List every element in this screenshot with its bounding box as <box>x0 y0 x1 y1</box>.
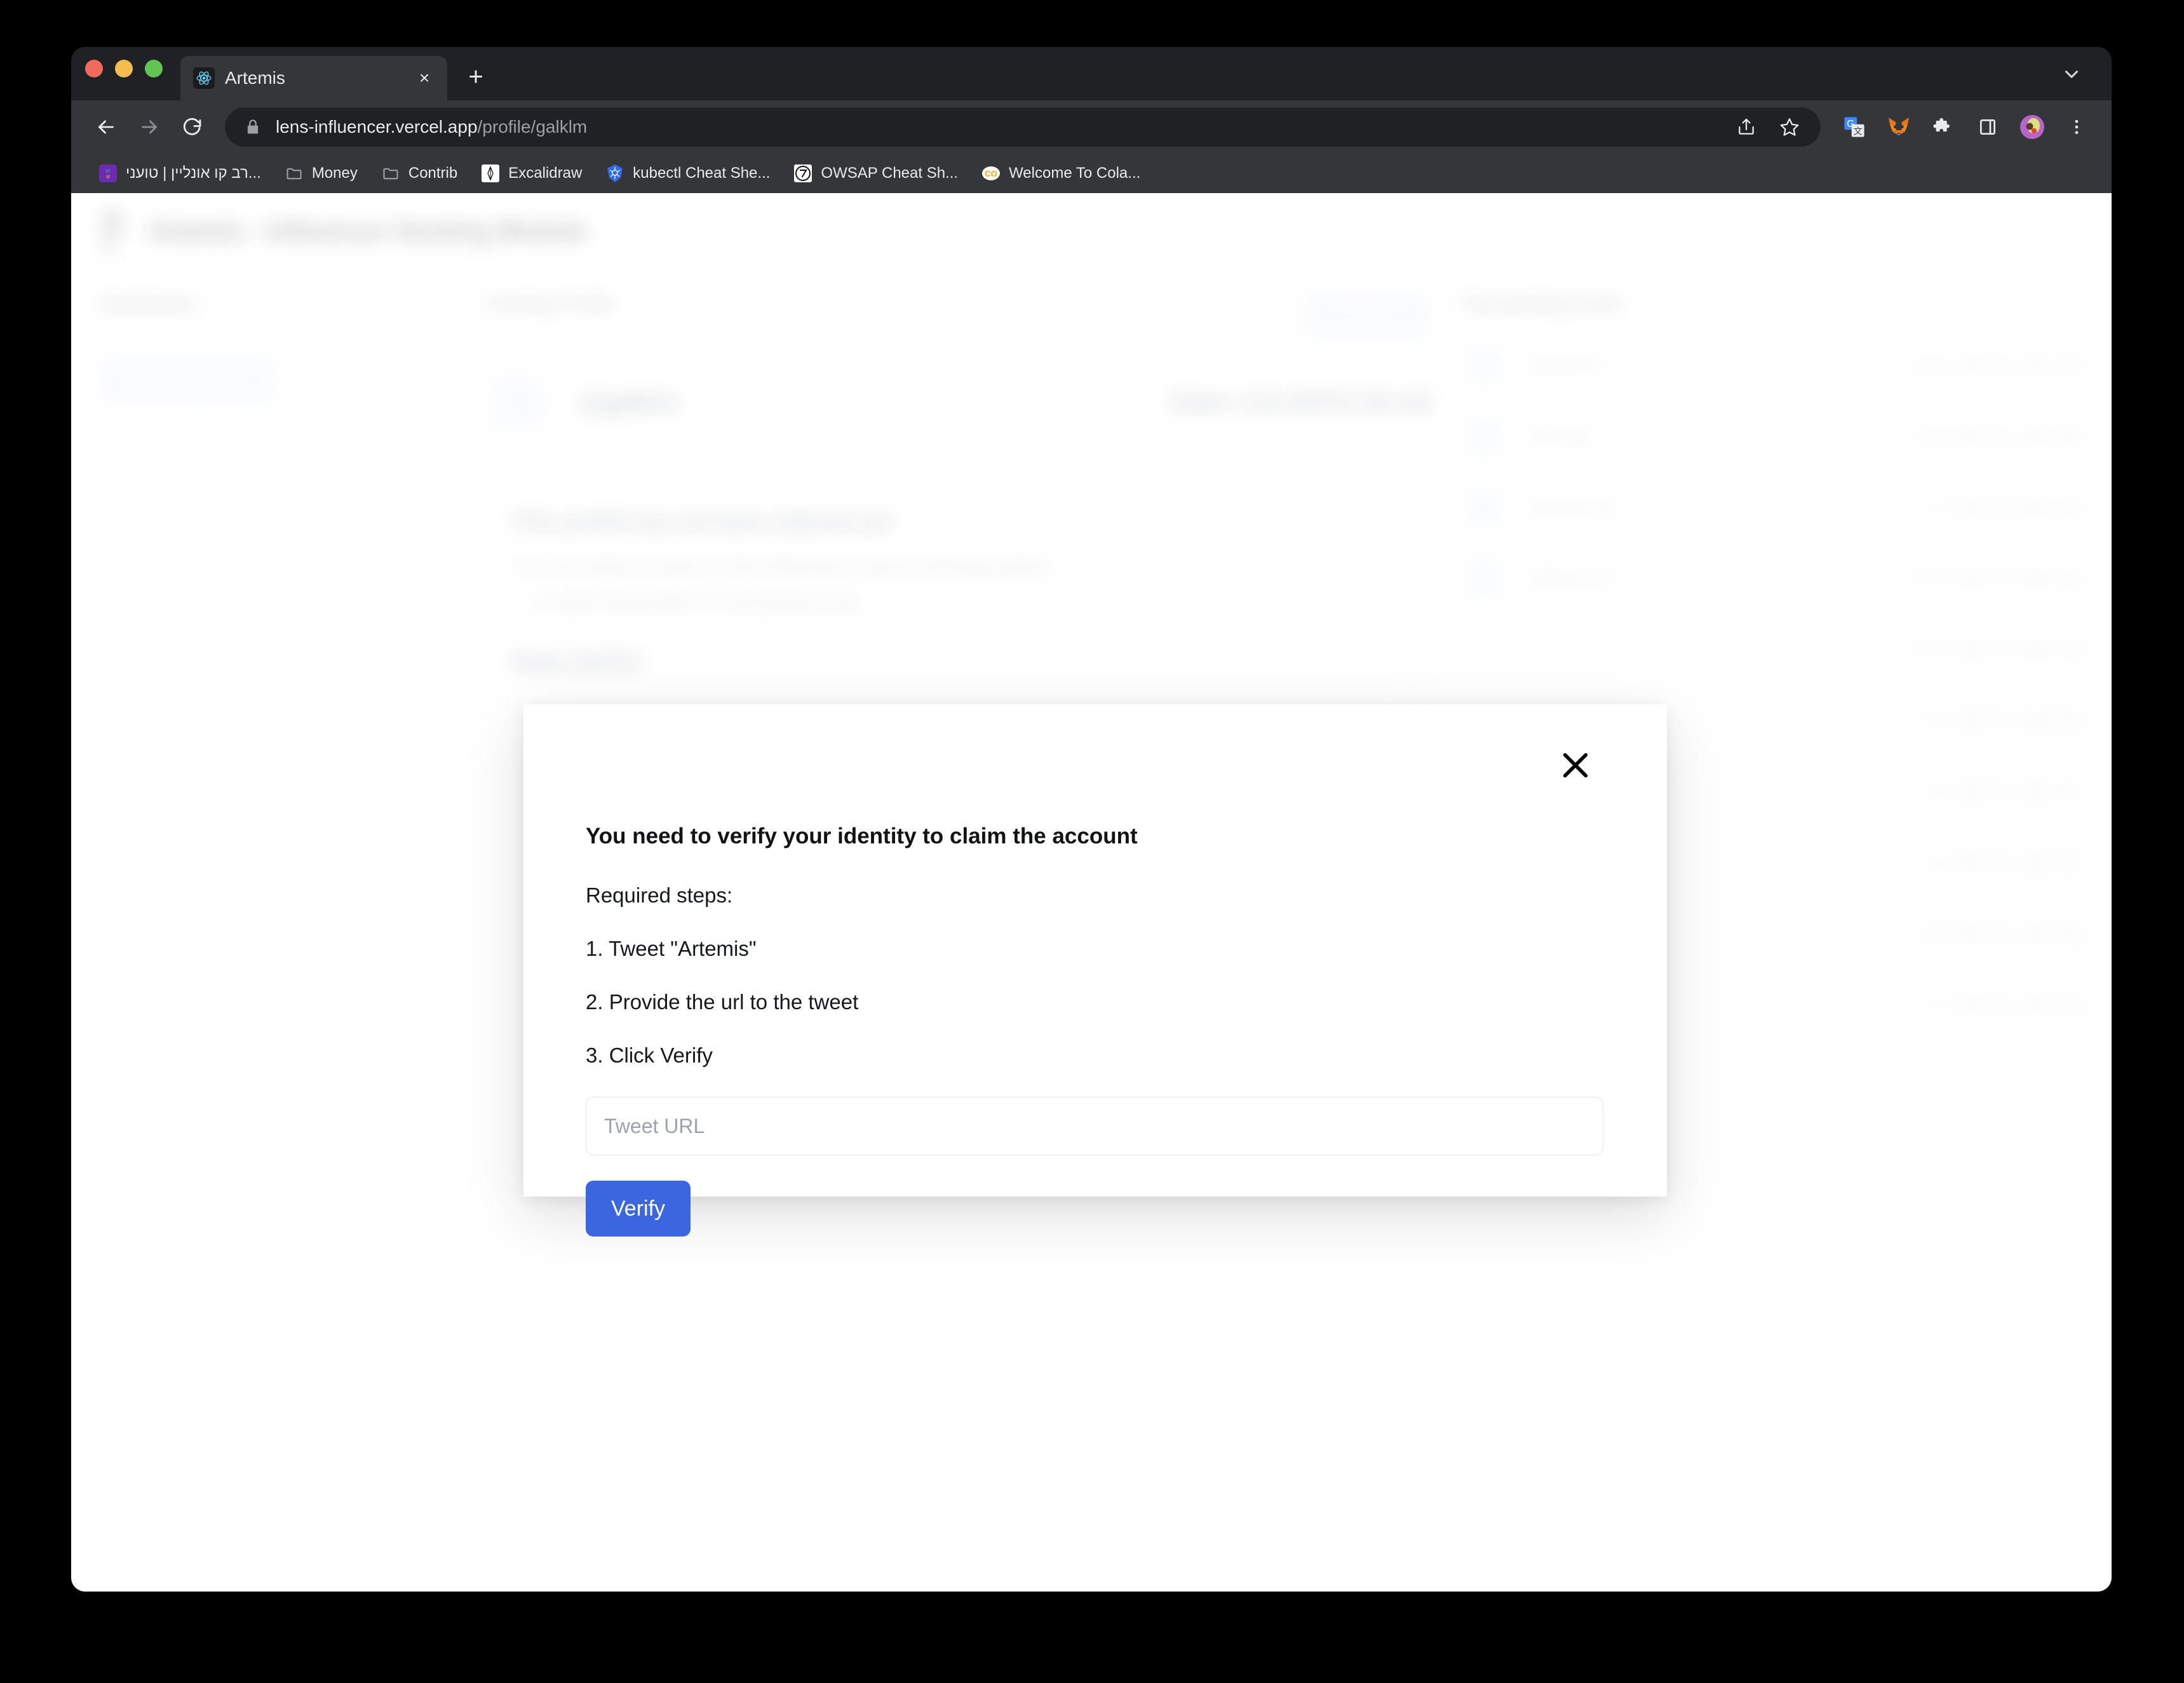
bookmarks-bar: רב קו רב קו אונליין | טועני... Money Cont… <box>71 154 2112 193</box>
window-traffic-lights <box>85 47 163 100</box>
owasp-icon <box>793 163 813 184</box>
url-host: lens-influencer.vercel.app <box>276 117 478 137</box>
modal-steps-list: Required steps: 1. Tweet "Artemis" 2. Pr… <box>586 883 1605 1068</box>
tab-title: Artemis <box>225 68 285 88</box>
excalidraw-icon <box>480 163 501 184</box>
page-viewport: Artemis - Influencer Hunting Module Dash… <box>71 193 2112 1592</box>
reload-icon[interactable] <box>173 107 212 147</box>
tweet-url-input[interactable] <box>586 1097 1603 1155</box>
side-panel-icon[interactable] <box>1969 109 2006 145</box>
bookmark-label: רב קו אונליין | טועני... <box>126 164 261 182</box>
bookmark-label: Money <box>311 164 358 182</box>
verify-identity-modal: You need to verify your identity to clai… <box>523 704 1667 1237</box>
omnibox-actions <box>1728 109 1813 145</box>
modal-step-3: 3. Click Verify <box>586 1043 713 1067</box>
close-icon[interactable] <box>1551 741 1600 789</box>
lock-icon <box>244 118 262 136</box>
profile-avatar-icon[interactable] <box>2014 109 2051 145</box>
chevron-down-icon[interactable] <box>2056 58 2087 90</box>
modal-step-2: 2. Provide the url to the tweet <box>586 990 859 1014</box>
bookmark-label: OWSAP Cheat Sh... <box>821 164 959 182</box>
extension-icons: G 文 <box>1836 109 2095 145</box>
browser-window: Artemis × + lens-influencer.vercel.app/p… <box>71 47 2112 1592</box>
tab-strip: Artemis × + <box>71 47 2112 100</box>
bookmark-welcome-to-colab[interactable]: CO Welcome To Cola... <box>973 159 1148 187</box>
close-icon[interactable]: × <box>413 67 436 90</box>
svg-text:CO: CO <box>985 169 997 178</box>
verify-button[interactable]: Verify <box>586 1181 691 1237</box>
bookmark-money[interactable]: Money <box>276 159 365 187</box>
browser-toolbar: lens-influencer.vercel.app/profile/galkl… <box>71 100 2112 154</box>
modal-title: You need to verify your identity to clai… <box>586 824 1138 848</box>
ravkav-icon: רב קו <box>98 163 118 184</box>
folder-icon <box>381 163 401 184</box>
google-translate-icon[interactable]: G 文 <box>1836 109 1873 145</box>
address-bar-url: lens-influencer.vercel.app/profile/galkl… <box>276 117 587 137</box>
bookmark-label: Contrib <box>408 164 458 182</box>
react-logo-icon <box>193 67 215 89</box>
share-icon[interactable] <box>1728 109 1765 145</box>
bookmark-label: kubectl Cheat She... <box>633 164 771 182</box>
bookmark-excalidraw[interactable]: Excalidraw <box>473 159 590 187</box>
bookmark-contrib[interactable]: Contrib <box>373 159 465 187</box>
forward-arrow-icon[interactable] <box>130 107 169 147</box>
browser-tab-artemis[interactable]: Artemis × <box>180 56 447 100</box>
bookmark-label: Excalidraw <box>508 164 583 182</box>
kebab-menu-icon[interactable] <box>2058 109 2095 145</box>
svg-text:רב: רב <box>105 169 111 173</box>
folder-icon <box>284 163 304 184</box>
star-icon[interactable] <box>1771 109 1808 145</box>
close-window-button[interactable] <box>85 60 103 77</box>
metamask-fox-icon[interactable] <box>1880 109 1917 145</box>
new-tab-button[interactable]: + <box>456 57 495 97</box>
kubernetes-icon <box>605 163 625 184</box>
bookmark-owasp-cheatsheet[interactable]: OWSAP Cheat Sh... <box>785 159 966 187</box>
puzzle-extensions-icon[interactable] <box>1925 109 1962 145</box>
modal-step-1: 1. Tweet "Artemis" <box>586 937 757 960</box>
svg-text:文: 文 <box>1854 126 1863 137</box>
minimize-window-button[interactable] <box>115 60 133 77</box>
maximize-window-button[interactable] <box>145 60 163 77</box>
bookmark-ravkav[interactable]: רב קו רב קו אונליין | טועני... <box>90 159 269 187</box>
url-path: /profile/galklm <box>477 117 588 137</box>
back-arrow-icon[interactable] <box>86 107 126 147</box>
modal-steps-lead: Required steps: <box>586 883 733 907</box>
colab-icon: CO <box>981 163 1001 184</box>
modal-body: You need to verify your identity to clai… <box>523 704 1667 1237</box>
svg-text:קו: קו <box>106 175 110 179</box>
bookmark-label: Welcome To Cola... <box>1009 164 1141 182</box>
bookmark-kubectl-cheatsheet[interactable]: kubectl Cheat She... <box>597 159 778 187</box>
address-bar[interactable]: lens-influencer.vercel.app/profile/galkl… <box>225 107 1821 147</box>
